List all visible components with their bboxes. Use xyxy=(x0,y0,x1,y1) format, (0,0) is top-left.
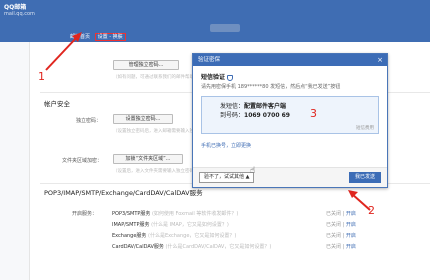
service-hint[interactable]: (什么是CardDAV/CalDAV，它又是如何设置？) xyxy=(166,244,272,250)
blurred-user-area xyxy=(210,24,240,32)
change-phone-link[interactable]: 手机已换号，立即更换 xyxy=(201,142,379,149)
to-label: 到号码： xyxy=(220,112,245,119)
service-status-exchange: 已关闭 | 开启 xyxy=(326,233,356,239)
status-text: 已关闭 xyxy=(326,211,342,217)
left-sidebar xyxy=(0,42,30,280)
sms-info-box: 发短信：配置邮件客户端 到号码：1069 0700 69 3 短信费用 xyxy=(201,96,379,134)
enable-carddav-link[interactable]: 开启 xyxy=(346,244,356,250)
service-name: IMAP/SMTP服务 xyxy=(112,222,150,228)
dialog-footer: 验不了，试试其他 ▲ 我已发送 xyxy=(193,167,387,187)
service-hint[interactable]: (什么是Exchange，它又是如何设置？) xyxy=(148,233,236,239)
other-method-button[interactable]: 验不了，试试其他 ▲ xyxy=(199,172,255,183)
send-value: 配置邮件客户端 xyxy=(244,103,287,110)
manage-password-button[interactable]: 管理独立密码... xyxy=(113,60,179,70)
service-pop3: POP3/SMTP服务 (如何使用 Foxmail 等软件收发邮件？) xyxy=(112,210,238,217)
nav-settings-link[interactable]: 设置 - 换肤 xyxy=(94,33,126,41)
dialog-body: 短信验证 请先用密保手机 189******80 发短信，然后点“我已发送”按钮… xyxy=(193,66,387,155)
annotation-arrow-2 xyxy=(348,190,371,211)
service-hint[interactable]: (什么是 IMAP，它又是如何设置？) xyxy=(151,222,229,228)
service-status-imap: 已关闭 | 开启 xyxy=(326,222,356,228)
add-folder-lock-button[interactable]: 加锁“文件夹区域”... xyxy=(113,154,183,164)
service-hint[interactable]: (如何使用 Foxmail 等软件收发邮件？) xyxy=(152,211,238,217)
to-value: 1069 0700 69 xyxy=(244,112,290,119)
send-label: 发短信： xyxy=(220,103,245,110)
service-carddav: CardDAV/CalDAV服务 (什么是CardDAV/CalDAV，它又是如… xyxy=(112,243,271,250)
status-text: 已关闭 xyxy=(326,233,342,239)
open-service-label: 开启服务： xyxy=(72,211,98,217)
send-content-line: 发短信：配置邮件客户端 xyxy=(220,102,360,111)
shield-icon xyxy=(227,74,234,81)
mail-logo[interactable]: QQ邮箱 mail.qq.com xyxy=(4,4,35,18)
sent-button[interactable]: 我已发送 xyxy=(348,172,381,183)
status-text: 已关闭 xyxy=(326,244,342,250)
service-exchange: Exchange服务 (什么是Exchange，它又是如何设置？) xyxy=(112,232,236,239)
account-security-title: 帐户安全 xyxy=(44,100,70,108)
service-status-carddav: 已关闭 | 开启 xyxy=(326,244,356,250)
annotation-number-3: 3 xyxy=(310,107,317,120)
status-text: 已关闭 xyxy=(326,222,342,228)
dialog-description: 请先用密保手机 189******80 发短信，然后点“我已发送”按钮 xyxy=(201,84,341,90)
service-name: POP3/SMTP服务 xyxy=(112,211,151,217)
services-title: POP3/IMAP/SMTP/Exchange/CardDAV/CalDAV服务 xyxy=(44,189,203,197)
logo-main: QQ邮箱 xyxy=(4,4,27,11)
dialog-header: 验证密保 × xyxy=(193,54,387,66)
file-folder-label: 文件夹区域加密： xyxy=(62,158,103,164)
set-password-button[interactable]: 设置独立密码... xyxy=(113,114,173,124)
independent-pwd-label: 独立密码： xyxy=(76,118,102,124)
service-name: CardDAV/CalDAV服务 xyxy=(112,244,164,250)
cursor-hand-icon: ☝ xyxy=(250,166,256,176)
service-name: Exchange服务 xyxy=(112,233,147,239)
close-icon[interactable]: × xyxy=(377,54,383,66)
logo-sub: mail.qq.com xyxy=(4,11,35,17)
verify-dialog: 验证密保 × 短信验证 请先用密保手机 189******80 发短信，然后点“… xyxy=(192,53,388,188)
folder-note: （设置后，进入文件夹需要输入独立密码） xyxy=(113,169,199,174)
service-imap: IMAP/SMTP服务 (什么是 IMAP，它又是如何设置？) xyxy=(112,221,229,228)
enable-imap-link[interactable]: 开启 xyxy=(346,222,356,228)
sms-fee-hint: 短信费用 xyxy=(356,126,374,131)
sms-title-text: 短信验证 xyxy=(201,74,226,81)
sms-verify-title: 短信验证 xyxy=(201,72,379,81)
annotation-arrow-1 xyxy=(45,32,82,71)
dialog-title: 验证密保 xyxy=(198,57,221,63)
enable-exchange-link[interactable]: 开启 xyxy=(346,233,356,239)
to-number-line: 到号码：1069 0700 69 xyxy=(220,111,360,120)
